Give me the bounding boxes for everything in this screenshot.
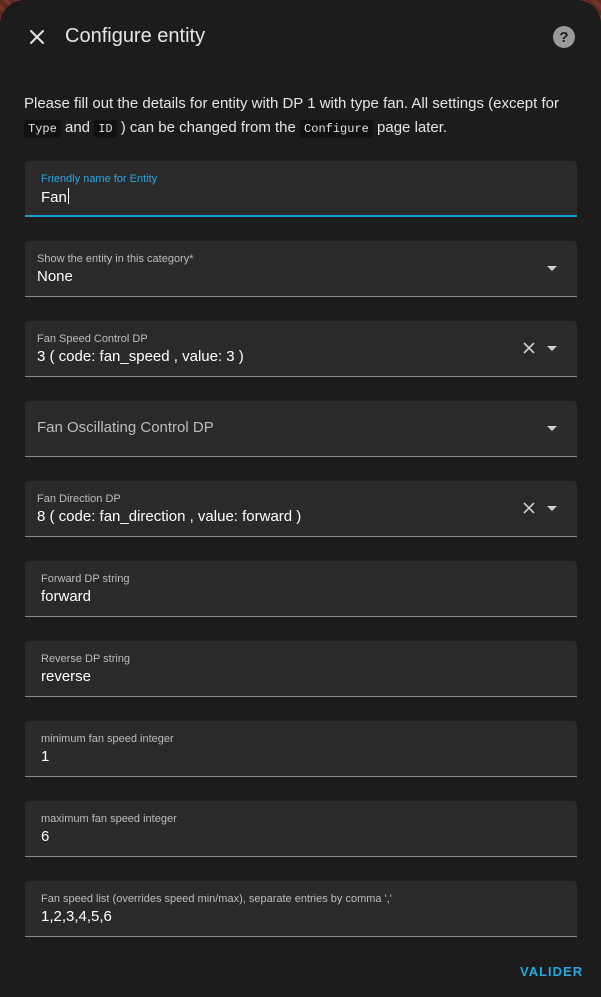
text-caret <box>67 188 69 204</box>
code-configure: Configure <box>300 120 373 138</box>
dialog-header: Configure entity ? <box>0 0 601 72</box>
friendly-name-value: Fan <box>41 188 69 206</box>
clear-icon[interactable] <box>521 340 537 356</box>
dialog-title: Configure entity <box>65 25 206 47</box>
question-icon: ? <box>559 28 569 46</box>
category-select[interactable]: Show the entity in this category* None <box>25 241 577 297</box>
forward-dp-string-field[interactable]: Forward DP string forward <box>25 561 577 617</box>
fan-speed-dp-select[interactable]: Fan Speed Control DP 3 ( code: fan_speed… <box>25 321 577 377</box>
min-fan-speed-field[interactable]: minimum fan speed integer 1 <box>25 721 577 777</box>
chevron-down-icon[interactable] <box>547 506 557 511</box>
help-button[interactable]: ? <box>553 26 575 48</box>
fan-direction-dp-select[interactable]: Fan Direction DP 8 ( code: fan_direction… <box>25 481 577 537</box>
valider-button[interactable]: VALIDER <box>520 964 583 979</box>
chevron-down-icon[interactable] <box>547 266 557 271</box>
close-button[interactable] <box>24 24 50 50</box>
code-id: ID <box>94 120 117 138</box>
fan-oscillating-dp-select[interactable]: Fan Oscillating Control DP <box>25 401 577 457</box>
dialog-description: Please fill out the details for entity w… <box>24 95 559 138</box>
chevron-down-icon[interactable] <box>547 346 557 351</box>
fan-speed-list-field[interactable]: Fan speed list (overrides speed min/max)… <box>25 881 577 937</box>
code-type: Type <box>24 120 61 138</box>
configure-entity-dialog: Configure entity ? Please fill out the d… <box>0 0 601 997</box>
friendly-name-field[interactable]: Friendly name for Entity Fan <box>25 161 577 217</box>
reverse-dp-string-field[interactable]: Reverse DP string reverse <box>25 641 577 697</box>
max-fan-speed-field[interactable]: maximum fan speed integer 6 <box>25 801 577 857</box>
chevron-down-icon[interactable] <box>547 426 557 431</box>
clear-icon[interactable] <box>521 500 537 516</box>
close-icon <box>30 30 44 44</box>
